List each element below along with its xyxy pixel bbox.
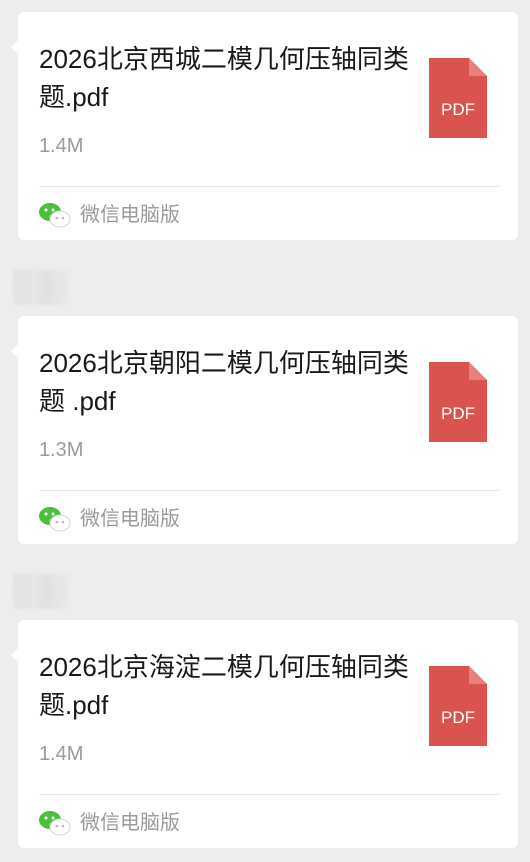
file-size: 1.4M: [39, 135, 84, 157]
wechat-logo-icon: [38, 506, 72, 532]
pdf-type-label: PDF: [441, 404, 475, 423]
file-name: 2026北京西城二模几何压轴同类题.pdf: [39, 44, 409, 112]
file-size: 1.3M: [39, 439, 84, 461]
source-row: 微信电脑版: [38, 200, 180, 230]
wechat-logo-icon: [38, 202, 72, 228]
divider: [39, 794, 499, 795]
file-message-card[interactable]: 2026北京朝阳二模几何压轴同类题 .pdf 1.3M PDF 微信电脑版: [11, 316, 518, 544]
pdf-type-label: PDF: [441, 100, 475, 119]
source-label: 微信电脑版: [80, 812, 180, 834]
source-row: 微信电脑版: [38, 504, 180, 534]
sender-name-blurred: [13, 574, 68, 609]
source-label: 微信电脑版: [80, 508, 180, 530]
divider: [39, 186, 499, 187]
pdf-file-icon: PDF: [429, 362, 487, 442]
pdf-file-icon: PDF: [429, 666, 487, 746]
source-label: 微信电脑版: [80, 204, 180, 226]
source-row: 微信电脑版: [38, 808, 180, 838]
chat-view: 2026北京西城二模几何压轴同类题.pdf 1.4M PDF 微信电脑版 202…: [0, 0, 530, 862]
file-name: 2026北京朝阳二模几何压轴同类题 .pdf: [39, 348, 409, 416]
file-message-card[interactable]: 2026北京西城二模几何压轴同类题.pdf 1.4M PDF 微信电脑版: [11, 12, 518, 240]
sender-name-blurred: [13, 270, 68, 305]
file-size: 1.4M: [39, 743, 84, 765]
file-name: 2026北京海淀二模几何压轴同类题.pdf: [39, 652, 409, 720]
divider: [39, 490, 499, 491]
file-message-card[interactable]: 2026北京海淀二模几何压轴同类题.pdf 1.4M PDF 微信电脑版: [11, 620, 518, 848]
wechat-logo-icon: [38, 810, 72, 836]
pdf-file-icon: PDF: [429, 58, 487, 138]
pdf-type-label: PDF: [441, 708, 475, 727]
